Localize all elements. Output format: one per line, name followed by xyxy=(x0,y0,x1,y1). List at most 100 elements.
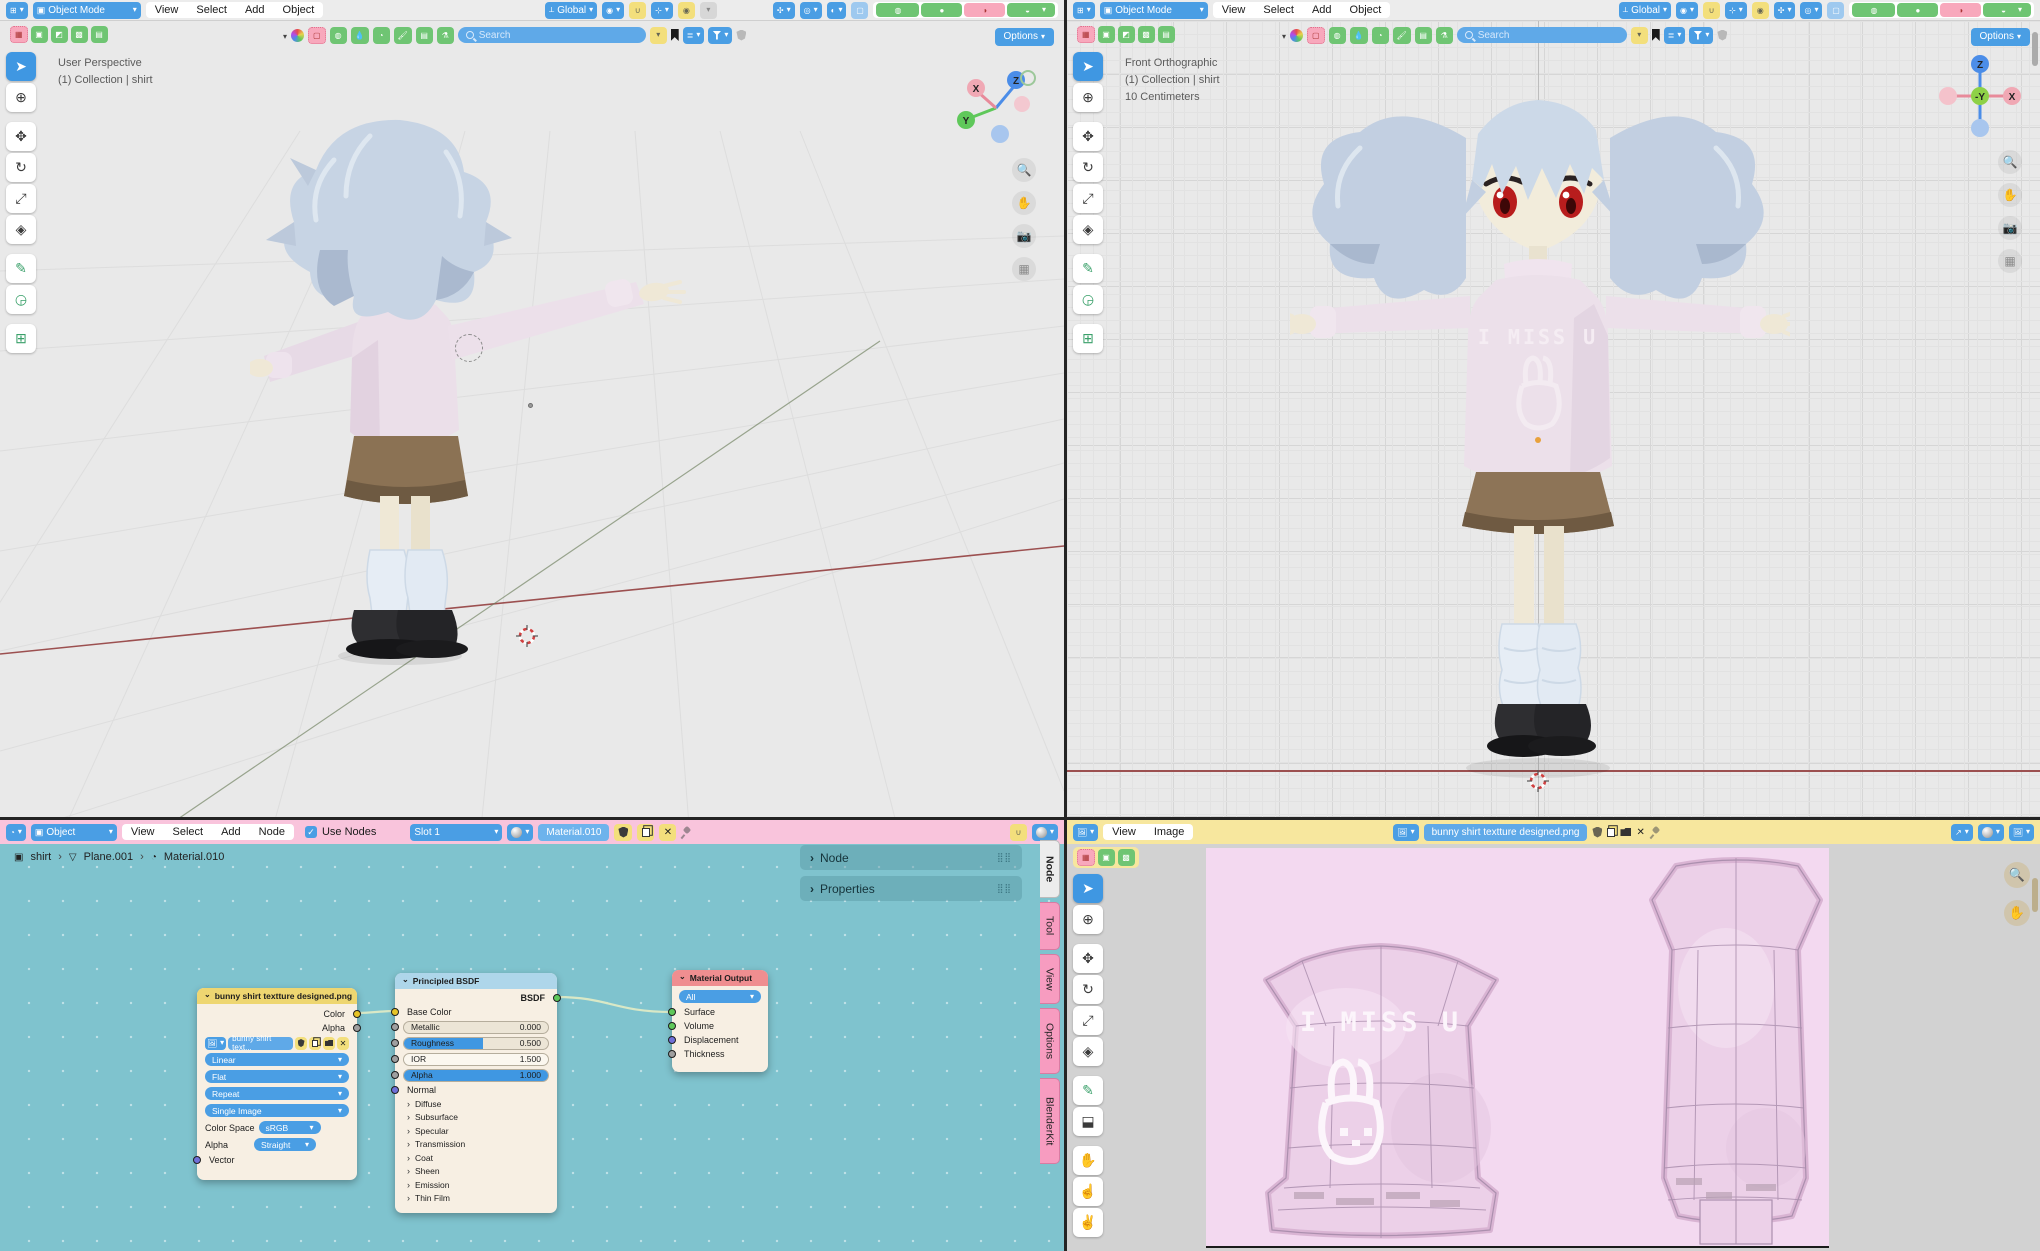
viewport-3d-front[interactable]: I MISS U ⊞ ▣Object Mode View xyxy=(1067,0,2040,817)
image-unlink-button[interactable]: ✕ xyxy=(337,1037,349,1050)
new-material-button[interactable] xyxy=(637,824,654,841)
filter-dropdown[interactable] xyxy=(1689,27,1713,44)
material-preview-ball[interactable] xyxy=(291,29,304,42)
axis-neg-x-ball[interactable] xyxy=(1014,96,1030,112)
uv-select-mode-2[interactable]: ▣ xyxy=(1098,849,1115,866)
image-open-icon[interactable] xyxy=(1620,828,1631,836)
collection-icon-5[interactable]: ▤ xyxy=(91,26,108,43)
image-fake-user-icon[interactable] xyxy=(1592,827,1602,838)
editor-type-button[interactable]: 🖼 xyxy=(1073,824,1098,841)
navigation-gizmo[interactable]: X Y Z xyxy=(952,66,1036,150)
tool-add-cube[interactable]: ⊞ xyxy=(1073,324,1103,353)
section-thin-film[interactable]: Thin Film xyxy=(395,1192,557,1206)
metallic-slider[interactable]: Metallic0.000 xyxy=(403,1021,549,1034)
socket-metallic-in[interactable] xyxy=(391,1023,399,1031)
unlink-material-button[interactable]: ✕ xyxy=(659,824,676,841)
node-image-texture[interactable]: bunny shirt textture designed.png Color … xyxy=(197,988,357,1180)
tool-measure[interactable]: ◶ xyxy=(1073,285,1103,314)
shading-wireframe-button[interactable]: ◍ xyxy=(1852,3,1895,17)
tool-cursor[interactable]: ⊕ xyxy=(1073,83,1103,112)
collection-icon-3[interactable]: ◩ xyxy=(1118,26,1135,43)
texture-slot-icon[interactable]: ▢ xyxy=(1307,27,1325,44)
tool-settings-collapse[interactable] xyxy=(283,26,287,44)
section-diffuse[interactable]: Diffuse xyxy=(395,1097,557,1111)
axis-neg-x-ball[interactable] xyxy=(1939,87,1957,105)
socket-surface-in[interactable] xyxy=(668,1008,676,1016)
image-editor[interactable]: 🖼 View Image 🖼 bunny shirt textture desi… xyxy=(1067,820,2040,1251)
image-unlink-button[interactable]: ✕ xyxy=(1636,827,1644,838)
filter-expand-button[interactable] xyxy=(650,27,667,44)
alpha-mode-dropdown[interactable]: Straight xyxy=(254,1138,316,1151)
xray-dropdown[interactable]: ◐ xyxy=(827,2,847,19)
material-preview-ball[interactable] xyxy=(1290,29,1303,42)
section-specular[interactable]: Specular xyxy=(395,1124,557,1138)
uv-snap-dropdown[interactable]: ↗ xyxy=(1951,824,1973,841)
image-open-button[interactable] xyxy=(323,1037,335,1050)
projection-dropdown[interactable]: Flat xyxy=(205,1070,349,1083)
socket-ior-in[interactable] xyxy=(391,1055,399,1063)
paint-mode-icon-1[interactable]: ◍ xyxy=(330,27,347,44)
breadcrumb-material[interactable]: Material.010 xyxy=(164,851,225,863)
pivot-dropdown[interactable]: ◉ xyxy=(1676,2,1698,19)
shading-rendered-button[interactable]: ◒ xyxy=(1007,3,1055,17)
camera-view-icon[interactable]: 📷 xyxy=(1012,224,1036,248)
paint-mode-icon-6[interactable]: ⚗ xyxy=(437,27,454,44)
section-subsurface[interactable]: Subsurface xyxy=(395,1111,557,1125)
pan-hand-icon[interactable]: ✋ xyxy=(1012,191,1036,215)
snap-settings-dropdown[interactable]: ⊹ xyxy=(1725,2,1747,19)
orientation-dropdown[interactable]: ⟂Global xyxy=(545,2,597,19)
tab-options[interactable]: Options xyxy=(1040,1008,1060,1074)
roughness-slider[interactable]: Roughness0.500 xyxy=(403,1037,549,1050)
menu-add[interactable]: Add xyxy=(236,2,274,18)
orientation-dropdown[interactable]: ⟂Global xyxy=(1619,2,1671,19)
menu-view[interactable]: View xyxy=(122,824,164,840)
tool-annotate[interactable]: ✎ xyxy=(1073,1076,1103,1105)
node-output-header[interactable]: Material Output xyxy=(672,970,768,986)
breadcrumb-object[interactable]: shirt xyxy=(30,851,51,863)
node-principled-bsdf[interactable]: Principled BSDF BSDF Base Color Metallic… xyxy=(395,973,557,1213)
extension-dropdown[interactable]: Repeat xyxy=(205,1087,349,1100)
collection-icon-3[interactable]: ◩ xyxy=(51,26,68,43)
paint-mode-icon-5[interactable]: ▤ xyxy=(416,27,433,44)
alpha-slider[interactable]: Alpha1.000 xyxy=(403,1069,549,1082)
ior-slider[interactable]: IOR1.500 xyxy=(403,1053,549,1066)
shading-material-button[interactable]: ◑ xyxy=(1940,3,1981,17)
image-new-icon[interactable] xyxy=(1607,828,1615,837)
zoom-icon[interactable]: 🔍 xyxy=(2004,862,2030,888)
section-sheen[interactable]: Sheen xyxy=(395,1165,557,1179)
socket-alpha-out[interactable] xyxy=(353,1024,361,1032)
shading-solid-button[interactable]: ● xyxy=(1897,3,1938,17)
outliner-sync-dropdown[interactable]: ≣ xyxy=(1664,27,1686,44)
image-fake-user-button[interactable] xyxy=(295,1037,307,1050)
grid-toggle-icon[interactable]: ▦ xyxy=(1012,257,1036,281)
tool-move[interactable]: ✥ xyxy=(1073,944,1103,973)
paint-mode-icon-2[interactable]: 💧 xyxy=(1350,27,1368,44)
image-browse-dropdown[interactable]: 🖼 xyxy=(1393,824,1418,841)
outliner-sync-dropdown[interactable]: ≣ xyxy=(683,27,705,44)
tool-rotate[interactable]: ↻ xyxy=(1073,153,1103,182)
tool-annotate[interactable]: ✎ xyxy=(6,254,36,283)
pin-icon[interactable] xyxy=(1650,827,1660,837)
search-input[interactable]: Search xyxy=(458,27,646,43)
tool-pinch-brush[interactable]: ✌ xyxy=(1073,1208,1103,1237)
navigation-gizmo[interactable]: -Y X Z xyxy=(1938,52,2022,142)
xray-toggle[interactable]: ▢ xyxy=(1827,2,1844,19)
shader-editor[interactable]: ◔ ▣Object View Select Add Node Use Nodes… xyxy=(0,820,1064,1251)
display-channels-dropdown[interactable]: 🖼 xyxy=(2009,824,2034,841)
section-transmission[interactable]: Transmission xyxy=(395,1138,557,1152)
overlays-dropdown[interactable]: ◎ xyxy=(800,2,822,19)
proportional-edit-toggle[interactable]: ◉ xyxy=(678,2,695,19)
mode-dropdown[interactable]: ▣Object Mode xyxy=(1100,2,1208,19)
menu-view[interactable]: View xyxy=(146,2,188,18)
source-dropdown[interactable]: Single Image xyxy=(205,1104,349,1117)
uv-pivot-dropdown[interactable] xyxy=(1978,824,2004,841)
paint-mode-icon-2[interactable]: 💧 xyxy=(351,27,369,44)
tab-node[interactable]: Node xyxy=(1040,840,1060,898)
image-name-field[interactable]: bunny shirt text... xyxy=(228,1037,293,1050)
collection-icon-2[interactable]: ▣ xyxy=(1098,26,1115,43)
menu-node[interactable]: Node xyxy=(250,824,294,840)
section-coat[interactable]: Coat xyxy=(395,1151,557,1165)
shading-rendered-button[interactable]: ◒ xyxy=(1983,3,2031,17)
editor-type-button[interactable]: ◔ xyxy=(6,824,26,841)
texture-slot-icon[interactable]: ▢ xyxy=(308,27,326,44)
